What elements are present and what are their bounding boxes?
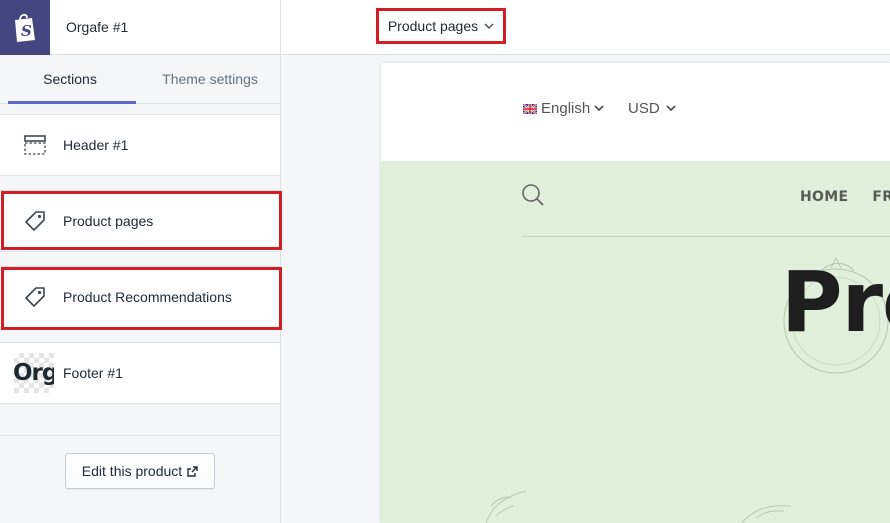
chevron-down-icon — [484, 23, 494, 29]
header-layout-icon — [17, 127, 53, 163]
tab-sections[interactable]: Sections — [0, 55, 140, 103]
language-label: English — [541, 100, 591, 117]
sidebar-tabs: Sections Theme settings — [0, 55, 280, 104]
sidebar-header: S Orgafe #1 — [0, 0, 280, 55]
page-type-label: Product pages — [387, 18, 479, 34]
search-icon[interactable] — [521, 183, 545, 210]
tab-theme-settings[interactable]: Theme settings — [140, 55, 280, 103]
storefront-preview: English USD HOME FR Pr — [381, 63, 890, 523]
section-label: Header #1 — [63, 137, 129, 153]
tag-icon — [17, 203, 53, 239]
theme-editor-sidebar: S Orgafe #1 Sections Theme settings Head… — [0, 0, 281, 523]
store-name: Orgafe #1 — [66, 19, 129, 35]
language-selector[interactable]: English — [523, 100, 604, 117]
currency-label: USD — [628, 100, 660, 117]
leaf-sketch-decoration — [485, 490, 527, 523]
nav-item-fruits[interactable]: FRU — [872, 189, 890, 205]
section-label: Product Recommendations — [63, 289, 232, 305]
chevron-down-icon — [594, 105, 604, 112]
preview-main-nav: HOME FRU — [800, 189, 890, 205]
preview-hero: HOME FRU Pro — [381, 161, 890, 523]
section-label: Footer #1 — [63, 365, 123, 381]
section-item-footer[interactable]: Org Footer #1 — [0, 342, 280, 404]
svg-text:S: S — [21, 22, 32, 40]
shopify-logo[interactable]: S — [0, 0, 50, 55]
section-item-header[interactable]: Header #1 — [0, 114, 280, 176]
page-title: Pro — [781, 253, 890, 351]
sidebar-footer: Edit this product — [0, 435, 280, 523]
footer-logo-text: Org — [14, 360, 54, 386]
shopify-bag-icon: S — [15, 13, 35, 42]
section-item-product-pages[interactable]: Product pages — [0, 190, 280, 252]
edit-product-label: Edit this product — [81, 463, 183, 479]
nav-divider — [522, 236, 890, 237]
chevron-down-icon — [666, 105, 676, 112]
external-link-icon — [187, 465, 198, 477]
active-tab-indicator — [8, 101, 136, 104]
leaf-sketch-decoration — [741, 505, 792, 523]
uk-flag-icon — [523, 103, 537, 114]
currency-selector[interactable]: USD — [628, 100, 676, 117]
edit-product-button[interactable]: Edit this product — [65, 453, 215, 489]
footer-logo-thumbnail: Org — [14, 353, 54, 393]
nav-item-home[interactable]: HOME — [800, 189, 848, 205]
editor-topbar: Product pages — [281, 0, 890, 55]
section-item-product-recommendations[interactable]: Product Recommendations — [0, 266, 280, 328]
page-type-selector[interactable]: Product pages — [376, 8, 506, 44]
tag-icon — [17, 279, 53, 315]
preview-topbar: English USD — [381, 63, 890, 161]
section-label: Product pages — [63, 213, 154, 229]
